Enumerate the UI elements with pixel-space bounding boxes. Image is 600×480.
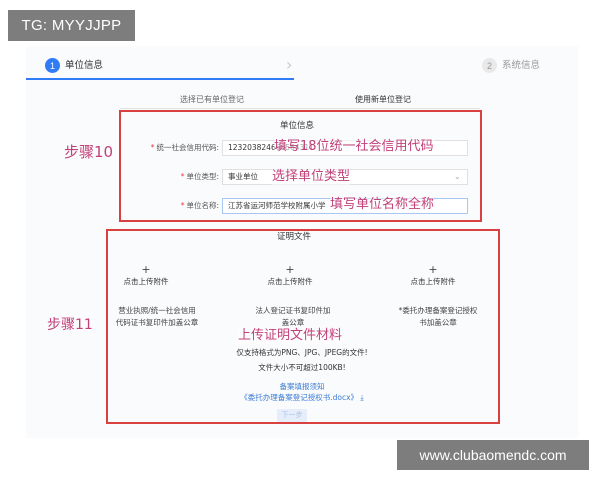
upload-desc-authorization: *委托办理备案登记授权书加盖公章 <box>398 306 478 327</box>
upload-button-authorization[interactable]: 点击上传附件 <box>393 276 473 288</box>
step-1-indicator: 1 <box>45 58 60 73</box>
step10-label: 步骤10 <box>64 143 114 161</box>
step-2-label[interactable]: 系统信息 <box>502 58 540 73</box>
upload-plus-icon[interactable]: + <box>423 264 443 276</box>
credit-code-annotation: 填写18位统一社会信用代码 <box>274 139 434 155</box>
unit-section-title: 单位信息 <box>280 121 315 131</box>
unit-type-label: * 单位类型: <box>180 172 219 181</box>
tab-new-unit[interactable]: 使用新单位登记 <box>355 93 411 107</box>
unit-name-label: * 单位名称: <box>180 201 219 210</box>
tab-existing-unit[interactable]: 选择已有单位登记 <box>180 93 244 107</box>
step-1-label[interactable]: 单位信息 <box>65 58 103 73</box>
active-step-underline <box>26 78 294 80</box>
chevron-right-icon: › <box>286 55 293 74</box>
size-note: 文件大小不可超过100KB! <box>258 363 346 372</box>
cert-section-title: 证明文件 <box>277 232 312 242</box>
upload-button-license[interactable]: 点击上传附件 <box>106 276 186 288</box>
unit-type-annotation: 选择单位类型 <box>272 169 351 185</box>
step-2-indicator: 2 <box>482 58 497 73</box>
next-button[interactable]: 下一步 <box>277 409 307 422</box>
cert-upload-annotation: 上传证明文件材料 <box>238 328 343 344</box>
upload-desc-legal-cert: 法人登记证书复印件加盖公章 <box>255 306 331 327</box>
upload-button-legal-cert[interactable]: 点击上传附件 <box>250 276 330 288</box>
tab-divider <box>120 108 480 109</box>
unit-name-annotation: 填写单位名称全称 <box>330 197 435 213</box>
credit-code-label: * 统一社会信用代码: <box>150 143 219 152</box>
step11-label: 步骤11 <box>47 317 93 333</box>
watermark-tag: TG: MYYJJPP <box>8 10 135 41</box>
upload-plus-icon[interactable]: + <box>280 264 300 276</box>
format-note: 仅支持格式为PNG、JPG、JPEG的文件! <box>236 348 368 357</box>
chevron-down-icon[interactable]: ⌄ <box>454 171 461 183</box>
upload-desc-license: 营业执照/统一社会信用代码证书复印件加盖公章 <box>115 306 199 327</box>
upload-plus-icon[interactable]: + <box>136 264 156 276</box>
site-watermark: www.clubaomendc.com <box>397 440 589 470</box>
authorization-template-link[interactable]: 《委托办理备案登记授权书.docx》 ⤓ <box>192 392 412 404</box>
